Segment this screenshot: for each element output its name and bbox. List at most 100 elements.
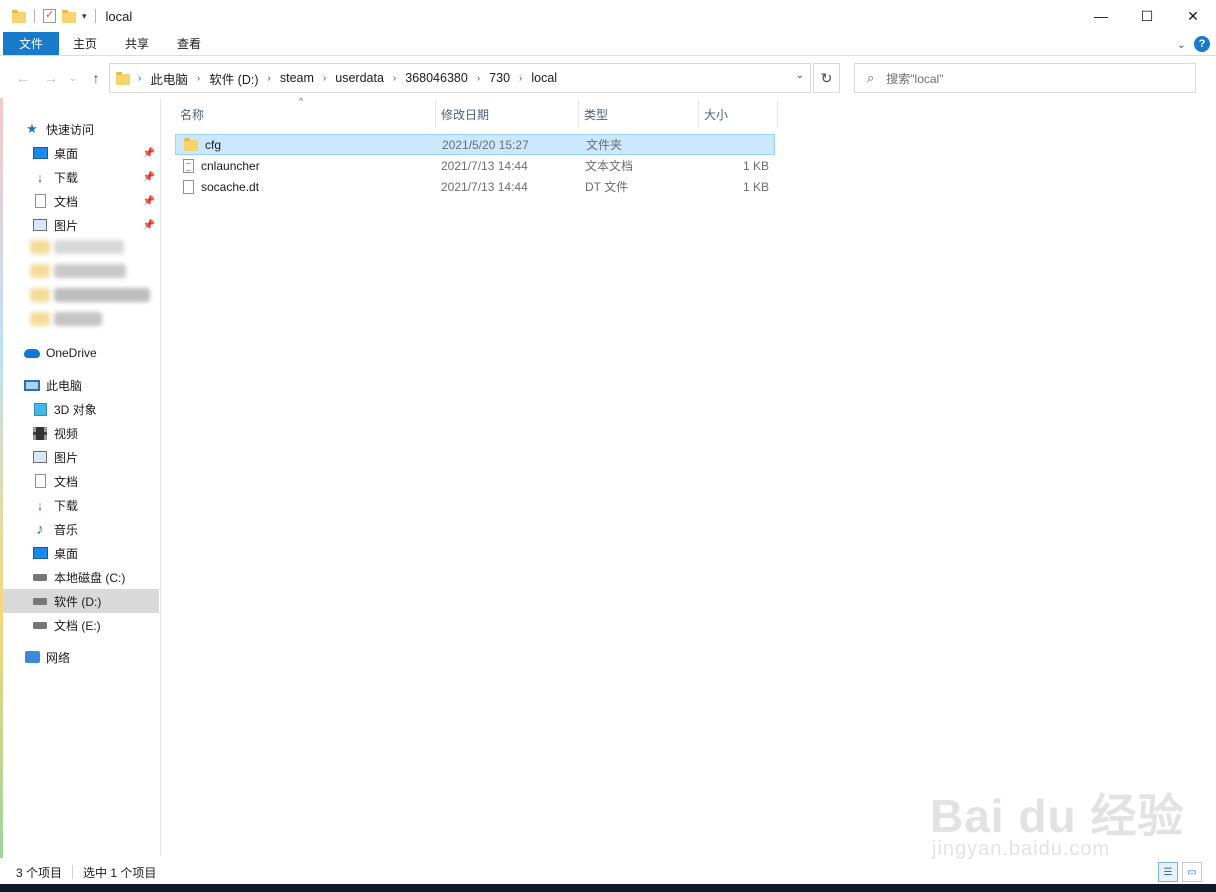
nav-label: 桌面 bbox=[54, 146, 79, 161]
file-icon bbox=[183, 179, 194, 194]
column-header-size[interactable]: 大小 bbox=[699, 100, 777, 128]
chevron-right-icon[interactable]: › bbox=[477, 73, 480, 84]
computer-icon bbox=[24, 377, 40, 393]
breadcrumb-local[interactable]: local bbox=[531, 71, 557, 85]
pin-icon[interactable]: 📌 bbox=[143, 172, 155, 183]
file-row[interactable]: socache.dt 2021/7/13 14:44 DT 文件 1 KB bbox=[175, 176, 775, 197]
chevron-right-icon[interactable]: › bbox=[323, 73, 326, 84]
file-size: 1 KB bbox=[742, 179, 769, 194]
nav-label: 图片 bbox=[54, 218, 79, 233]
nav-label: 快速访问 bbox=[46, 122, 95, 137]
close-button[interactable]: ✕ bbox=[1170, 0, 1216, 32]
status-bar: 3 个项目 选中 1 个项目 ☰ ▭ bbox=[0, 860, 1216, 884]
maximize-button[interactable]: ☐ bbox=[1124, 0, 1170, 32]
file-name: cnlauncher bbox=[201, 158, 260, 173]
chevron-right-icon[interactable]: › bbox=[138, 73, 141, 84]
nav-label: 下载 bbox=[54, 170, 79, 185]
nav-onedrive[interactable]: OneDrive bbox=[24, 341, 159, 365]
tab-home[interactable]: 主页 bbox=[59, 32, 111, 55]
drive-icon bbox=[32, 593, 48, 609]
nav-downloads[interactable]: ↓ 下载 bbox=[32, 493, 159, 517]
file-size: 1 KB bbox=[742, 158, 769, 173]
tab-share[interactable]: 共享 bbox=[111, 32, 163, 55]
breadcrumb-this-pc[interactable]: 此电脑 bbox=[150, 69, 188, 88]
drive-icon bbox=[32, 617, 48, 633]
up-button[interactable]: ↑ bbox=[86, 68, 106, 88]
file-row[interactable]: cnlauncher 2021/7/13 14:44 文本文档 1 KB bbox=[175, 155, 775, 176]
baidu-watermark-url: jingyan.baidu.com bbox=[932, 838, 1111, 860]
file-name: cfg bbox=[205, 137, 222, 152]
divider bbox=[72, 865, 74, 879]
nav-label: OneDrive bbox=[46, 346, 97, 360]
tab-view[interactable]: 查看 bbox=[163, 32, 215, 55]
nav-drive-d[interactable]: 软件 (D:) bbox=[3, 589, 159, 613]
download-icon: ↓ bbox=[36, 169, 44, 185]
forward-button[interactable]: → bbox=[41, 68, 61, 88]
tab-file[interactable]: 文件 bbox=[3, 32, 60, 55]
nav-label: 视频 bbox=[54, 426, 79, 441]
customize-qat-icon[interactable]: ▾ bbox=[82, 11, 87, 22]
chevron-right-icon[interactable]: › bbox=[268, 73, 271, 84]
nav-drive-e[interactable]: 文档 (E:) bbox=[32, 613, 159, 637]
chevron-right-icon[interactable]: › bbox=[519, 73, 522, 84]
recent-locations-button[interactable]: ⌄ bbox=[63, 68, 83, 88]
file-date: 2021/7/13 14:44 bbox=[441, 158, 528, 173]
nav-quick-access[interactable]: ★ 快速访问 bbox=[24, 117, 159, 141]
nav-3d-objects[interactable]: 3D 对象 bbox=[32, 397, 159, 421]
pin-icon[interactable]: 📌 bbox=[143, 220, 155, 231]
divider bbox=[34, 9, 35, 23]
film-icon bbox=[32, 425, 48, 441]
navigation-pane: ★ 快速访问 桌面 📌 ↓ 下载 📌 文档 📌 图片 📌 OneDrive 此电… bbox=[0, 98, 161, 856]
search-box[interactable]: ⌕ 搜索"local" bbox=[854, 63, 1196, 93]
chevron-right-icon[interactable]: › bbox=[393, 73, 396, 84]
breadcrumb-steam[interactable]: steam bbox=[280, 71, 314, 85]
nav-quick-desktop[interactable]: 桌面 📌 bbox=[32, 141, 159, 165]
refresh-button[interactable]: ↻ bbox=[813, 63, 840, 93]
column-header-name[interactable]: 名称 bbox=[175, 100, 435, 128]
column-divider[interactable] bbox=[777, 100, 778, 128]
nav-this-pc[interactable]: 此电脑 bbox=[24, 373, 159, 397]
cube-icon bbox=[32, 401, 48, 417]
address-history-dropdown-icon[interactable]: ⌄ bbox=[796, 70, 804, 81]
nav-quick-pictures[interactable]: 图片 📌 bbox=[32, 213, 159, 237]
pin-icon[interactable]: 📌 bbox=[143, 196, 155, 207]
file-row[interactable]: cfg 2021/5/20 15:27 文件夹 bbox=[175, 134, 775, 155]
selection-count: 选中 1 个项目 bbox=[83, 865, 157, 880]
nav-desktop[interactable]: 桌面 bbox=[32, 541, 159, 565]
nav-quick-documents[interactable]: 文档 📌 bbox=[32, 189, 159, 213]
chevron-right-icon[interactable]: › bbox=[197, 73, 200, 84]
desktop-icon bbox=[32, 145, 48, 161]
back-button[interactable]: ← bbox=[13, 68, 33, 88]
nav-network[interactable]: 网络 bbox=[24, 645, 159, 669]
address-bar[interactable]: › 此电脑 › 软件 (D:) › steam › userdata › 368… bbox=[109, 63, 811, 93]
column-header-type[interactable]: 类型 bbox=[579, 100, 698, 128]
nav-drive-c[interactable]: 本地磁盘 (C:) bbox=[32, 565, 159, 589]
breadcrumb-730[interactable]: 730 bbox=[489, 71, 510, 85]
pin-icon[interactable]: 📌 bbox=[143, 148, 155, 159]
breadcrumb-user-id[interactable]: 368046380 bbox=[405, 71, 468, 85]
expand-ribbon-icon[interactable]: ⌄ bbox=[1177, 38, 1186, 51]
nav-quick-downloads[interactable]: ↓ 下载 📌 bbox=[32, 165, 159, 189]
breadcrumb-userdata[interactable]: userdata bbox=[335, 71, 384, 85]
search-placeholder: 搜索"local" bbox=[886, 71, 944, 86]
nav-documents[interactable]: 文档 bbox=[32, 469, 159, 493]
music-note-icon: ♪ bbox=[36, 520, 44, 538]
file-type: DT 文件 bbox=[585, 180, 629, 194]
nav-label: 网络 bbox=[46, 650, 71, 665]
nav-videos[interactable]: 视频 bbox=[32, 421, 159, 445]
nav-music[interactable]: ♪ 音乐 bbox=[32, 517, 159, 541]
navigation-bar: ← → ⌄ ↑ › 此电脑 › 软件 (D:) › steam › userda… bbox=[0, 60, 1216, 96]
nav-pictures[interactable]: 图片 bbox=[32, 445, 159, 469]
picture-icon bbox=[32, 217, 48, 233]
baidu-watermark: Bai du 经验 bbox=[930, 790, 1185, 842]
star-icon: ★ bbox=[26, 121, 38, 136]
properties-icon[interactable] bbox=[43, 8, 56, 23]
large-icons-view-button[interactable]: ▭ bbox=[1182, 862, 1202, 882]
column-header-date[interactable]: 修改日期 bbox=[436, 100, 578, 128]
new-folder-icon[interactable] bbox=[62, 9, 76, 23]
minimize-button[interactable]: — bbox=[1078, 0, 1124, 32]
details-view-button[interactable]: ☰ bbox=[1158, 862, 1178, 882]
help-icon[interactable]: ? bbox=[1194, 36, 1210, 52]
folder-icon bbox=[12, 9, 26, 23]
breadcrumb-drive-d[interactable]: 软件 (D:) bbox=[209, 69, 258, 88]
